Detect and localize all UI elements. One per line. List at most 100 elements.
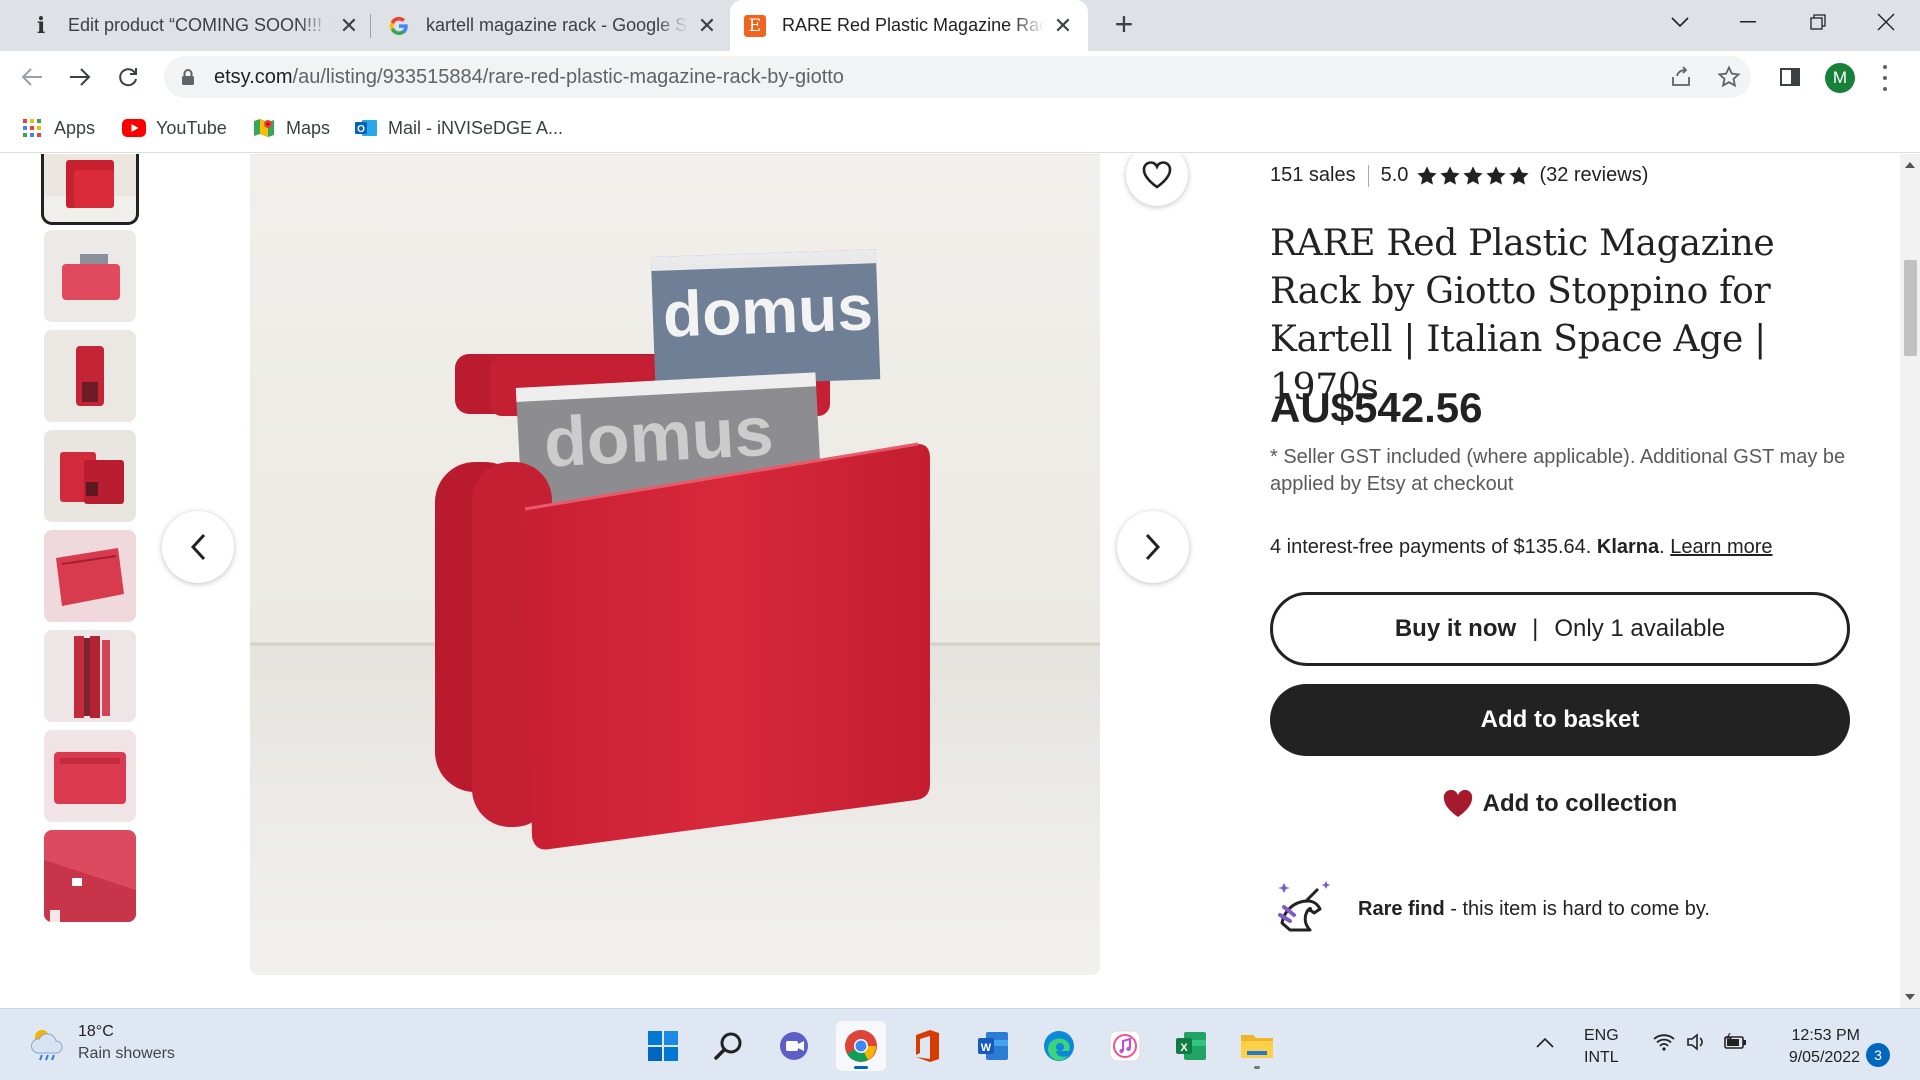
reviews-link[interactable]: (32 reviews) [1539, 164, 1648, 187]
klarna-brand: Klarna [1596, 536, 1660, 558]
profile-avatar[interactable]: M [1825, 63, 1855, 93]
previous-photo-button[interactable] [162, 511, 234, 583]
close-icon[interactable]: ✕ [696, 13, 718, 38]
url-path: /au/listing/933515884/rare-red-plastic-m… [292, 66, 844, 88]
svg-text:domus: domus [662, 271, 874, 350]
close-icon[interactable]: ✕ [338, 13, 360, 38]
thumbnail-8[interactable] [44, 830, 136, 922]
close-icon[interactable]: ✕ [1052, 13, 1074, 38]
availability-label: Only 1 available [1554, 615, 1726, 642]
notification-badge[interactable]: 3 [1866, 1043, 1890, 1067]
more-menu-icon[interactable] [1875, 65, 1895, 91]
learn-more-link[interactable]: Learn more [1670, 536, 1772, 558]
thumbnail-7[interactable] [44, 730, 136, 822]
thumbnail-1[interactable] [41, 154, 139, 225]
divider [1367, 164, 1369, 187]
bookmark-label: Mail - iNVISeDGE A... [388, 117, 564, 138]
wifi-icon[interactable] [1652, 1033, 1676, 1058]
file-explorer-icon[interactable] [1232, 1021, 1282, 1071]
star-icon [1462, 165, 1484, 187]
bookmark-star-icon[interactable] [1717, 65, 1741, 89]
add-to-collection-button[interactable]: Add to collection [1270, 774, 1850, 834]
close-window-icon[interactable] [1858, 0, 1914, 44]
next-photo-button[interactable] [1117, 511, 1189, 583]
bookmark-maps[interactable]: Maps [252, 115, 330, 141]
svg-text:X: X [1180, 1042, 1188, 1054]
lock-icon[interactable] [180, 68, 196, 86]
address-bar[interactable]: etsy.com/au/listing/933515884/rare-red-p… [164, 56, 1751, 98]
thumbnail-4[interactable] [44, 430, 136, 522]
bookmark-mail[interactable]: O Mail - iNVISeDGE A... [354, 115, 563, 141]
svg-text:O: O [357, 124, 365, 135]
bookmarks-bar: Apps YouTube Maps O Mail - iNVISeDGE A..… [0, 103, 1920, 153]
star-rating [1416, 165, 1531, 187]
tab-separator [370, 14, 371, 38]
thumbnail-5[interactable] [44, 530, 136, 622]
windows-start-icon[interactable] [638, 1021, 688, 1071]
back-icon[interactable] [16, 61, 48, 93]
share-icon[interactable] [1669, 65, 1693, 89]
outlook-icon: O [354, 116, 378, 140]
battery-icon[interactable] [1722, 1032, 1748, 1058]
word-icon[interactable]: W [968, 1021, 1018, 1071]
search-icon[interactable] [704, 1021, 754, 1071]
etsy-listing-page: domus domus 151 sales 5.0 (32 reviews) R… [0, 154, 1900, 1008]
forward-icon[interactable] [64, 61, 96, 93]
tab-edit-product[interactable]: i Edit product “COMING SOON!!! SOLD OUT … [30, 0, 360, 51]
tab-etsy-listing[interactable]: E RARE Red Plastic Magazine Rack by Giot… [730, 0, 1088, 51]
minimize-icon[interactable] [1720, 0, 1776, 44]
clock-time: 12:53 PM [1791, 1027, 1860, 1044]
restore-icon[interactable] [1790, 0, 1846, 44]
add-to-basket-button[interactable]: Add to basket [1270, 684, 1850, 756]
scroll-down-icon[interactable] [1905, 994, 1915, 1000]
scrollbar-thumb[interactable] [1904, 260, 1917, 356]
active-indicator [854, 1066, 868, 1069]
klarna-text: 4 interest-free payments of $135.64. [1270, 536, 1592, 558]
teams-chat-icon[interactable] [770, 1021, 820, 1071]
rare-find-label: Rare find [1358, 897, 1445, 920]
star-icon [1508, 165, 1530, 187]
info-icon: i [36, 12, 46, 39]
rating-row: 151 sales 5.0 (32 reviews) [1270, 164, 1648, 187]
edge-icon[interactable] [1034, 1021, 1084, 1071]
itunes-icon[interactable] [1100, 1021, 1150, 1071]
chrome-icon[interactable] [836, 1021, 886, 1071]
keyboard-layout: INTL [1584, 1049, 1619, 1066]
apps-grid-icon [20, 116, 44, 140]
star-icon [1485, 165, 1507, 187]
favorite-button[interactable] [1126, 154, 1188, 206]
maps-icon [252, 116, 276, 140]
buy-separator: | [1532, 615, 1539, 642]
scroll-up-icon[interactable] [1905, 162, 1915, 168]
side-panel-icon[interactable] [1774, 61, 1806, 93]
bookmark-youtube[interactable]: YouTube [122, 115, 227, 141]
bookmark-label: Apps [54, 117, 96, 138]
tab-google-search[interactable]: kartell magazine rack - Google Search ✕ [388, 0, 718, 51]
volume-icon[interactable] [1686, 1033, 1708, 1058]
office-icon[interactable] [902, 1021, 952, 1071]
browser-toolbar: etsy.com/au/listing/933515884/rare-red-p… [0, 51, 1920, 103]
thumbnail-6[interactable] [44, 630, 136, 722]
excel-icon[interactable]: X [1166, 1021, 1216, 1071]
etsy-icon: E [744, 14, 766, 37]
bookmark-apps[interactable]: Apps [20, 115, 95, 141]
thumbnail-3[interactable] [44, 330, 136, 422]
tab-title: Edit product “COMING SOON!!! SOLD OUT [68, 15, 330, 35]
language-indicator[interactable]: ENG INTL [1584, 1025, 1619, 1069]
weather-widget[interactable]: 18°C Rain showers [28, 1023, 175, 1063]
reload-icon[interactable] [112, 61, 144, 93]
tab-search-chevron-icon[interactable] [1652, 0, 1708, 44]
rating-value: 5.0 [1380, 164, 1409, 186]
weather-desc: Rain showers [78, 1045, 175, 1062]
buy-it-now-button[interactable]: Buy it now | Only 1 available [1270, 592, 1850, 666]
show-hidden-icons[interactable] [1536, 1033, 1554, 1055]
sales-count: 151 sales [1270, 164, 1356, 186]
heart-filled-icon [1443, 789, 1473, 818]
new-tab-button[interactable]: + [1108, 8, 1140, 42]
tab-title: kartell magazine rack - Google Search [426, 15, 688, 35]
thumbnail-2[interactable] [44, 230, 136, 322]
windows-taskbar: 18°C Rain showers W X ENG INTL 12:53 PM … [0, 1008, 1920, 1080]
page-scrollbar[interactable] [1900, 154, 1920, 1008]
main-product-photo[interactable]: domus domus [250, 154, 1100, 975]
system-clock[interactable]: 12:53 PM 9/05/2022 [1768, 1025, 1860, 1069]
